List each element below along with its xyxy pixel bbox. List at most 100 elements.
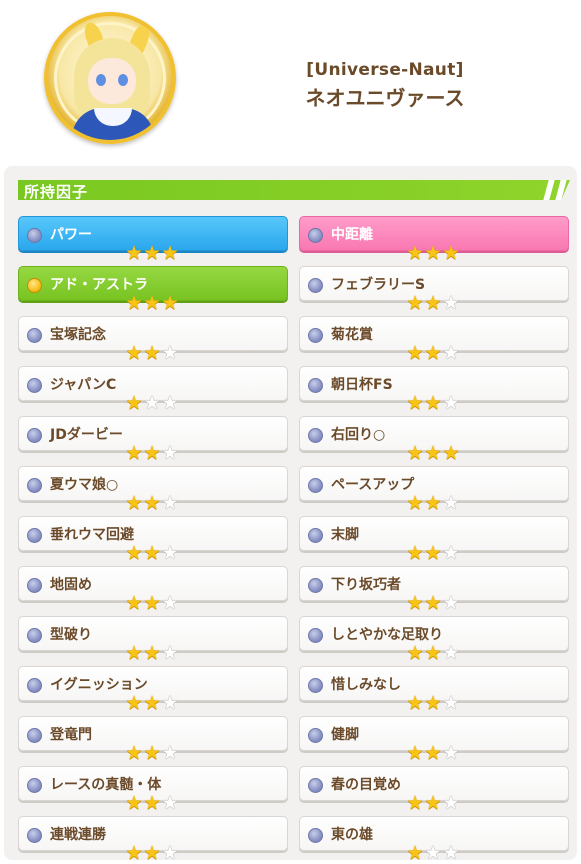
factor-label: 右回り○ bbox=[331, 427, 386, 443]
star-filled-icon: ★ bbox=[143, 492, 161, 514]
star-filled-icon: ★ bbox=[125, 592, 143, 614]
factor-card[interactable]: 型破り ★★★ bbox=[18, 616, 288, 663]
factor-card[interactable]: 春の目覚め ★★★ bbox=[299, 766, 569, 813]
factor-card[interactable]: 中距離 ★★★ bbox=[299, 216, 569, 263]
factor-card[interactable]: 健脚 ★★★ bbox=[299, 716, 569, 763]
character-title-block: [Universe-Naut] ネオユニヴァース bbox=[300, 60, 470, 111]
star-filled-icon: ★ bbox=[125, 242, 143, 264]
star-filled-icon: ★ bbox=[424, 692, 442, 714]
star-empty-icon: ★ bbox=[442, 742, 460, 764]
factor-card[interactable]: 右回り○ ★★★ bbox=[299, 416, 569, 463]
section-title: 所持因子 bbox=[24, 183, 89, 201]
factor-label: 朝日杯FS bbox=[331, 377, 393, 393]
factor-card[interactable]: ジャパンC ★★★ bbox=[18, 366, 288, 413]
factor-icon bbox=[308, 528, 323, 543]
star-filled-icon: ★ bbox=[125, 542, 143, 564]
star-rating: ★★★ bbox=[125, 794, 179, 814]
factor-card[interactable]: アド・アストラ ★★★ bbox=[18, 266, 288, 313]
factor-icon bbox=[308, 278, 323, 293]
star-empty-icon: ★ bbox=[161, 542, 179, 564]
star-filled-icon: ★ bbox=[143, 342, 161, 364]
star-filled-icon: ★ bbox=[406, 592, 424, 614]
star-filled-icon: ★ bbox=[406, 342, 424, 364]
factor-card[interactable]: 朝日杯FS ★★★ bbox=[299, 366, 569, 413]
star-empty-icon: ★ bbox=[442, 492, 460, 514]
star-empty-icon: ★ bbox=[161, 592, 179, 614]
star-empty-icon: ★ bbox=[442, 592, 460, 614]
star-filled-icon: ★ bbox=[143, 292, 161, 314]
star-rating: ★★★ bbox=[125, 394, 179, 414]
factor-card[interactable]: 連戦連勝 ★★★ bbox=[18, 816, 288, 863]
factor-label: 春の目覚め bbox=[331, 777, 401, 793]
profile-header: [Universe-Naut] ネオユニヴァース bbox=[0, 0, 581, 160]
factor-card[interactable]: 末脚 ★★★ bbox=[299, 516, 569, 563]
star-rating: ★★★ bbox=[125, 844, 179, 864]
factor-card[interactable]: 惜しみなし ★★★ bbox=[299, 666, 569, 713]
star-empty-icon: ★ bbox=[442, 342, 460, 364]
star-filled-icon: ★ bbox=[406, 242, 424, 264]
factor-card[interactable]: 夏ウマ娘○ ★★★ bbox=[18, 466, 288, 513]
star-filled-icon: ★ bbox=[406, 442, 424, 464]
factor-label: 宝塚記念 bbox=[50, 327, 106, 343]
star-filled-icon: ★ bbox=[143, 642, 161, 664]
factor-label: フェブラリーS bbox=[331, 277, 426, 293]
character-avatar bbox=[44, 12, 176, 144]
star-filled-icon: ★ bbox=[406, 492, 424, 514]
star-filled-icon: ★ bbox=[143, 792, 161, 814]
star-empty-icon: ★ bbox=[442, 292, 460, 314]
factor-label: しとやかな足取り bbox=[331, 627, 443, 643]
factor-card[interactable]: 登竜門 ★★★ bbox=[18, 716, 288, 763]
star-rating: ★★★ bbox=[125, 244, 179, 264]
star-filled-icon: ★ bbox=[143, 742, 161, 764]
star-rating: ★★★ bbox=[406, 244, 460, 264]
star-filled-icon: ★ bbox=[125, 492, 143, 514]
factor-card[interactable]: ペースアップ ★★★ bbox=[299, 466, 569, 513]
star-rating: ★★★ bbox=[125, 544, 179, 564]
star-filled-icon: ★ bbox=[424, 642, 442, 664]
factor-card[interactable]: 菊花賞 ★★★ bbox=[299, 316, 569, 363]
factor-card[interactable]: JDダービー ★★★ bbox=[18, 416, 288, 463]
star-empty-icon: ★ bbox=[161, 642, 179, 664]
factor-card[interactable]: 宝塚記念 ★★★ bbox=[18, 316, 288, 363]
factor-card[interactable]: 下り坂巧者 ★★★ bbox=[299, 566, 569, 613]
star-filled-icon: ★ bbox=[125, 692, 143, 714]
star-filled-icon: ★ bbox=[125, 842, 143, 864]
factor-label: JDダービー bbox=[50, 427, 123, 443]
factor-icon bbox=[308, 378, 323, 393]
star-rating: ★★★ bbox=[406, 394, 460, 414]
factor-card[interactable]: フェブラリーS ★★★ bbox=[299, 266, 569, 313]
factor-label: 夏ウマ娘○ bbox=[50, 477, 119, 493]
star-rating: ★★★ bbox=[406, 744, 460, 764]
star-filled-icon: ★ bbox=[442, 242, 460, 264]
star-rating: ★★★ bbox=[406, 494, 460, 514]
star-rating: ★★★ bbox=[406, 844, 460, 864]
factor-icon bbox=[27, 678, 42, 693]
factor-icon bbox=[27, 378, 42, 393]
factor-card[interactable]: 垂れウマ回避 ★★★ bbox=[18, 516, 288, 563]
factor-label: ペースアップ bbox=[331, 477, 415, 493]
factor-card[interactable]: 東の雄 ★★★ bbox=[299, 816, 569, 863]
star-empty-icon: ★ bbox=[442, 642, 460, 664]
factor-icon bbox=[27, 228, 42, 243]
factor-icon bbox=[308, 478, 323, 493]
factor-label: アド・アストラ bbox=[50, 277, 148, 293]
star-rating: ★★★ bbox=[125, 644, 179, 664]
factor-card[interactable]: イグニッション ★★★ bbox=[18, 666, 288, 713]
factor-card[interactable]: パワー ★★★ bbox=[18, 216, 288, 263]
factor-label: 東の雄 bbox=[331, 827, 373, 843]
character-name: ネオユニヴァース bbox=[305, 86, 465, 110]
star-filled-icon: ★ bbox=[406, 542, 424, 564]
star-rating: ★★★ bbox=[406, 444, 460, 464]
factor-label: 連戦連勝 bbox=[50, 827, 106, 843]
star-filled-icon: ★ bbox=[125, 792, 143, 814]
star-filled-icon: ★ bbox=[125, 742, 143, 764]
factor-icon bbox=[27, 478, 42, 493]
factor-card[interactable]: レースの真髄・体 ★★★ bbox=[18, 766, 288, 813]
factor-card[interactable]: 地固め ★★★ bbox=[18, 566, 288, 613]
star-rating: ★★★ bbox=[406, 294, 460, 314]
factor-icon bbox=[27, 778, 42, 793]
factor-card[interactable]: しとやかな足取り ★★★ bbox=[299, 616, 569, 663]
star-rating: ★★★ bbox=[406, 344, 460, 364]
section-header-bar bbox=[18, 180, 570, 200]
factor-panel: 所持因子 パワー ★★★ 中距離 ★★★ アド・アストラ ★★★ フェブラリーS ★★★ 宝塚記… bbox=[4, 166, 577, 863]
